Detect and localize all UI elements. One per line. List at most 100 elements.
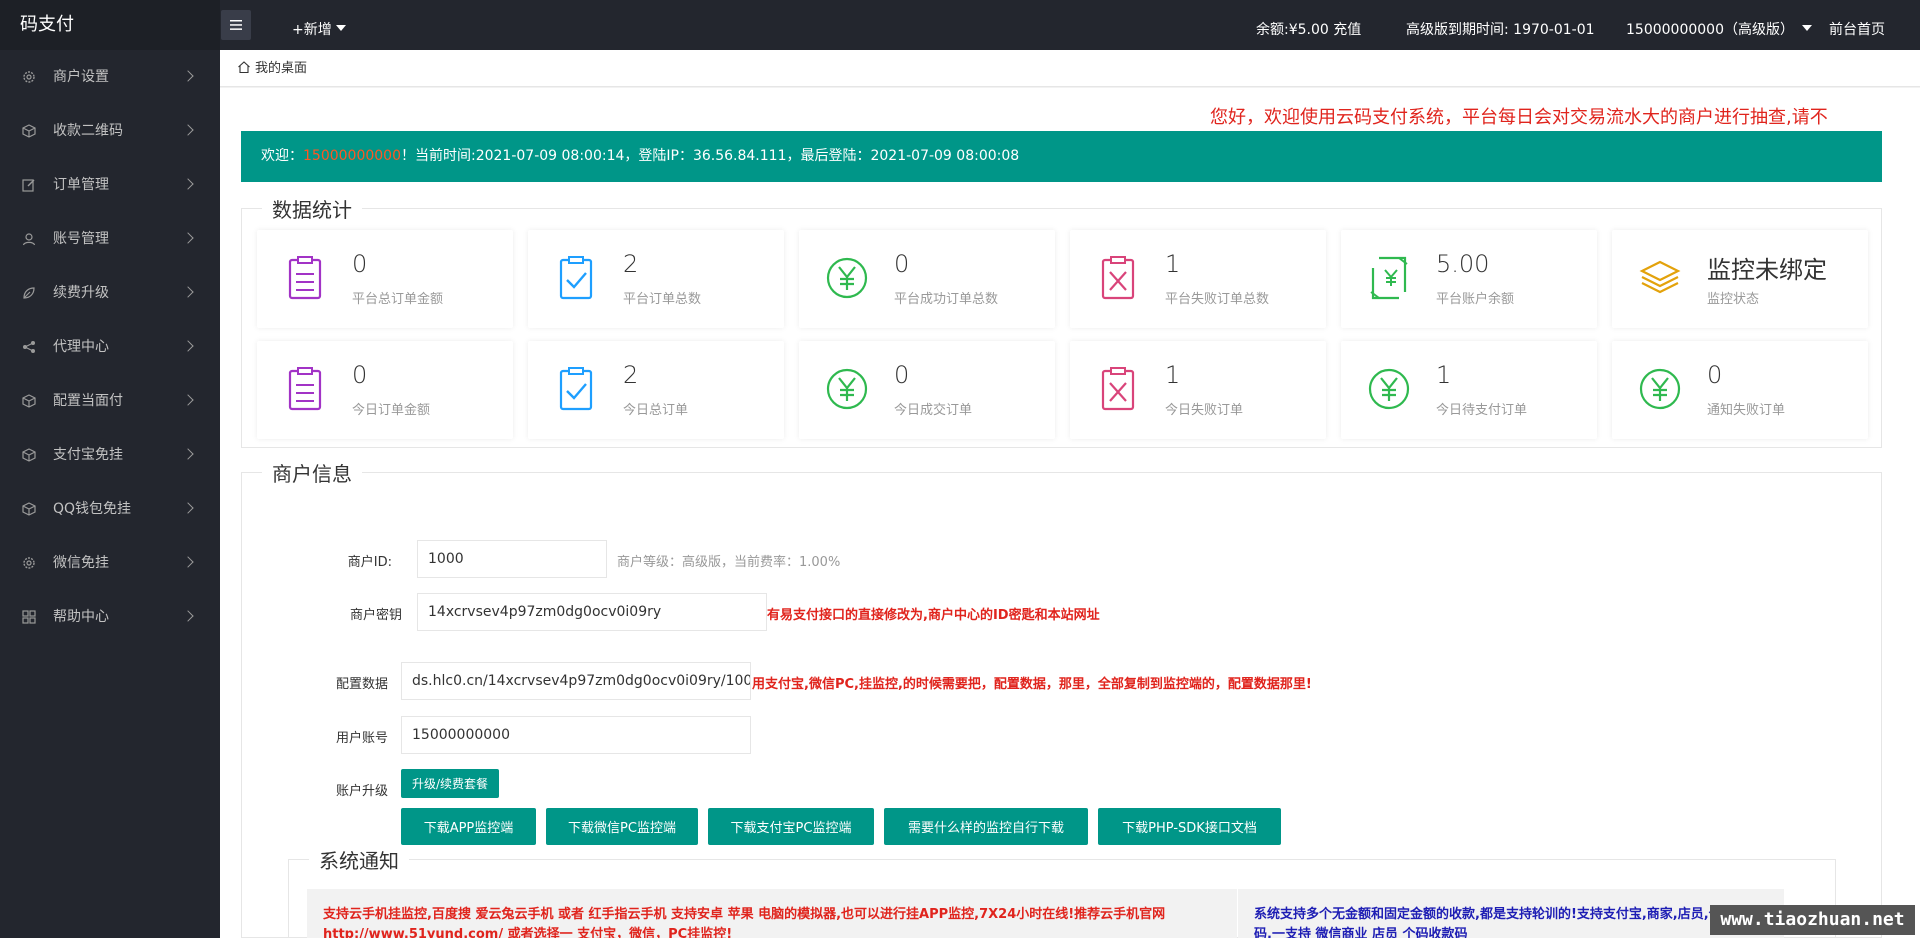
chevron-right-icon [182,340,194,352]
sidebar-item-wechat[interactable]: 微信免挂 [0,536,220,590]
sidebar-item-alipay[interactable]: 支付宝免挂 [0,428,220,482]
cube-icon [22,502,36,516]
stat-value: 0 [1707,361,1723,389]
download-php-sdk-button[interactable]: 下载PHP-SDK接口文档 [1098,808,1281,845]
yen-circle-icon [826,257,868,299]
expire-date: 高级版到期时间: 1970-01-01 [1406,22,1595,38]
hamburger-icon [230,20,242,30]
stats-title: 数据统计 [272,198,352,222]
sidebar-item-label: 收款二维码 [53,123,123,139]
cube-icon [22,124,36,138]
yen-circle-icon [826,368,868,410]
account-label: 用户账号 [335,731,388,746]
caret-down-icon [1801,25,1812,31]
yen-transfer-icon [1370,256,1408,300]
stat-label: 通知失败订单 [1707,403,1786,418]
sidebar-item-label: 订单管理 [53,177,109,193]
grid-icon [22,610,36,624]
add-new-label: +新增 [292,22,332,38]
sidebar-item-label: 续费升级 [53,285,109,301]
user-menu[interactable]: 15000000000（高级版） [1626,0,1812,50]
clipboard-icon [288,256,322,300]
yen-circle-icon [1368,368,1410,410]
menu-toggle-button[interactable] [221,10,251,40]
download-app-monitor-button[interactable]: 下载APP监控端 [401,808,536,845]
config-data-field[interactable] [401,662,751,700]
stat-value: 1 [1165,250,1181,278]
download-alipay-pc-monitor-button[interactable]: 下载支付宝PC监控端 [708,808,874,845]
sidebar-item-renew[interactable]: 续费升级 [0,266,220,320]
sidebar-item-label: 支付宝免挂 [53,447,123,463]
clipboard-x-icon [1101,367,1135,411]
stat-card: 0 今日订单金额 [257,341,513,439]
sidebar-item-label: 账号管理 [53,231,109,247]
stat-card: 1 今日失败订单 [1070,341,1326,439]
app-logo[interactable]: 码支付 [0,0,220,50]
yen-circle-icon [1639,368,1681,410]
user-menu-label: 15000000000（高级版） [1626,22,1794,38]
announcement-marquee: 您好，欢迎使用云码支付系统，平台每日会对交易流水大的商户进行抽查,请不 [1210,107,1828,128]
chevron-right-icon [182,232,194,244]
stat-value: 0 [894,250,910,278]
sidebar-item-label: 配置当面付 [53,393,123,409]
stat-card: 1 平台失败订单总数 [1070,230,1326,328]
caret-down-icon [335,25,346,31]
config-data-label: 配置数据 [335,677,388,692]
merchant-id-field[interactable] [417,540,607,578]
stat-value: 2 [623,250,639,278]
stat-value: 监控未绑定 [1707,256,1827,284]
welcome-banner: 欢迎：15000000000！当前时间:2021-07-09 08:00:14，… [241,131,1882,182]
sidebar-item-orders[interactable]: 订单管理 [0,158,220,212]
chevron-right-icon [182,502,194,514]
clipboard-check-icon [559,367,593,411]
account-field[interactable] [401,716,751,754]
stat-card: 0 通知失败订单 [1612,341,1868,439]
sidebar-item-agent[interactable]: 代理中心 [0,320,220,374]
sidebar-item-qrcode[interactable]: 收款二维码 [0,104,220,158]
sidebar-item-qqwallet[interactable]: QQ钱包免挂 [0,482,220,536]
site-watermark: www.tiaozhuan.net [1710,905,1915,935]
add-new-menu[interactable]: +新增 [292,0,346,50]
upgrade-label: 账户升级 [335,784,388,799]
sidebar-item-merchant-settings[interactable]: 商户设置 [0,50,220,104]
leaf-icon [23,287,35,299]
stat-value: 0 [894,361,910,389]
sidebar: 商户设置 收款二维码 订单管理 账号管理 续费升级 代理中心 配置当面付 支付宝… [0,50,220,938]
system-notice-title: 系统通知 [319,849,399,873]
clipboard-x-icon [1101,256,1135,300]
download-wechat-pc-monitor-button[interactable]: 下载微信PC监控端 [546,808,698,845]
gear-icon [23,557,35,569]
notice-text-right: 系统支持多个无金额和固定金额的收款,都是支持轮训的!支持支付宝,商家,店员,个人… [1238,889,1784,938]
stat-label: 监控状态 [1707,292,1760,307]
chevron-right-icon [182,70,194,82]
download-custom-monitor-button[interactable]: 需要什么样的监控自行下载 [884,808,1088,845]
merchant-title: 商户信息 [272,462,352,486]
chevron-right-icon [182,394,194,406]
sidebar-item-label: 帮助中心 [53,609,109,625]
upgrade-button[interactable]: 升级/续费套餐 [401,769,499,798]
merchant-key-warning: 有易支付接口的直接修改为,商户中心的ID密匙和本站网址 [767,608,1100,623]
front-home-link[interactable]: 前台首页 [1829,0,1885,50]
merchant-key-field[interactable] [417,593,767,631]
stat-label: 平台总订单金额 [352,292,444,307]
chevron-right-icon [182,556,194,568]
stat-value: 2 [623,361,639,389]
chevron-right-icon [182,448,194,460]
chevron-right-icon [182,178,194,190]
stat-value: 1 [1436,361,1452,389]
stat-label: 今日失败订单 [1165,403,1244,418]
stat-label: 平台订单总数 [623,292,702,307]
sidebar-item-help[interactable]: 帮助中心 [0,590,220,644]
sidebar-item-f2f-config[interactable]: 配置当面付 [0,374,220,428]
stat-label: 今日成交订单 [894,403,973,418]
breadcrumb-tab-desktop[interactable]: 我的桌面 [255,61,307,76]
stat-label: 今日总订单 [623,403,689,418]
cube-icon [22,448,36,462]
stat-card: 0 平台成功订单总数 [799,230,1055,328]
cube-icon [22,394,36,408]
stat-value: 1 [1165,361,1181,389]
sidebar-item-accounts[interactable]: 账号管理 [0,212,220,266]
balance-recharge-link[interactable]: 余额:¥5.00 充值 [1256,0,1361,50]
stat-label: 平台成功订单总数 [894,292,999,307]
chevron-right-icon [182,610,194,622]
